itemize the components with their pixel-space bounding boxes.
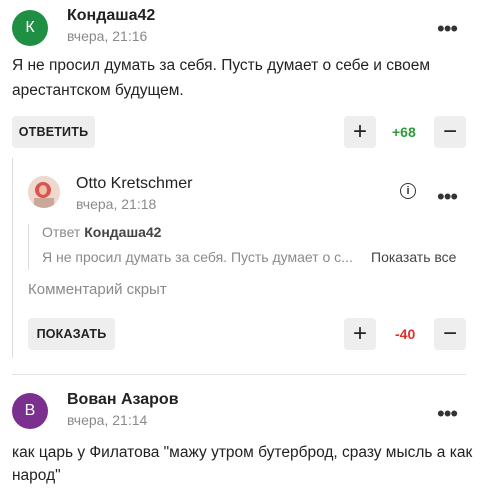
reply-author[interactable]: Otto Kretschmer: [76, 175, 192, 193]
reply-time: вчера, 21:18: [76, 196, 157, 212]
plus-icon: +: [352, 118, 367, 145]
comment-author[interactable]: Кондаша42: [67, 7, 155, 25]
plus-icon: +: [352, 320, 367, 347]
user-photo-icon: [28, 176, 60, 208]
avatar: В: [12, 393, 48, 429]
downvote-button[interactable]: −: [434, 116, 466, 148]
more-options-icon[interactable]: •••: [437, 186, 458, 208]
comment-text-line-2: арестантском будущем.: [12, 82, 184, 99]
quote-header: Ответ Кондаша42: [42, 224, 161, 240]
comment-time: вчера, 21:16: [67, 28, 148, 44]
vote-score: -40: [395, 326, 416, 342]
avatar: [28, 176, 60, 208]
upvote-button[interactable]: +: [344, 318, 376, 350]
downvote-button[interactable]: −: [434, 318, 466, 350]
avatar: К: [12, 10, 48, 46]
hidden-comment-text: Комментарий скрыт: [28, 281, 167, 298]
quote-line: [28, 224, 29, 270]
show-all-link[interactable]: Показать все: [371, 249, 456, 265]
more-options-icon[interactable]: •••: [437, 18, 458, 40]
thread-line: [12, 158, 13, 358]
minus-icon: −: [442, 320, 457, 347]
more-options-icon[interactable]: •••: [437, 403, 458, 425]
comment-text-line-1: Я не просил думать за себя. Пусть думает…: [12, 57, 430, 74]
show-button[interactable]: ПОКАЗАТЬ: [28, 318, 115, 350]
info-icon[interactable]: i: [400, 183, 416, 199]
info-glyph: i: [406, 185, 410, 197]
avatar-letter: В: [24, 402, 36, 419]
minus-icon: −: [442, 118, 457, 145]
comment-text-line-2: народ": [12, 467, 61, 484]
comment-time: вчера, 21:14: [67, 412, 148, 428]
avatar-letter: К: [25, 19, 35, 36]
upvote-button[interactable]: +: [344, 116, 376, 148]
quote-prefix: Ответ: [42, 224, 81, 240]
vote-score: +68: [392, 124, 416, 140]
quote-text: Я не просил думать за себя. Пусть думает…: [42, 249, 353, 265]
comment-text-line-1: как царь у Филатова "мажу утром бутербро…: [12, 444, 473, 461]
divider: [12, 374, 466, 375]
reply-button[interactable]: ОТВЕТИТЬ: [12, 116, 95, 148]
comment-author[interactable]: Вован Азаров: [67, 391, 179, 409]
quote-author[interactable]: Кондаша42: [84, 224, 161, 240]
